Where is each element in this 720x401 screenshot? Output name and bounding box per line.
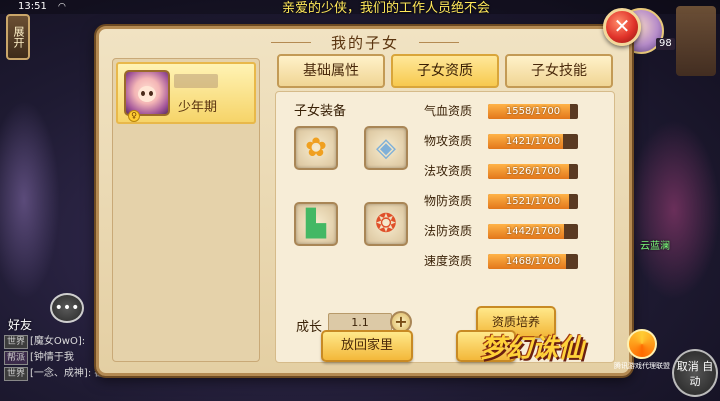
- tab-child-skills[interactable]: 子女技能: [505, 54, 613, 88]
- plus-icon: +: [394, 312, 408, 331]
- armor-icon: ◈: [376, 133, 396, 163]
- wifi-icon: ◠: [58, 2, 66, 12]
- stat-row-magic-attack: 法攻资质 1526/1700: [424, 162, 614, 180]
- equip-slot-boots[interactable]: ▙: [294, 202, 338, 246]
- eye-icon: [141, 91, 145, 96]
- dialog-title: 我的子女: [330, 34, 399, 52]
- channel-tag: 世界: [4, 335, 29, 349]
- stat-bar: 1421/1700: [488, 134, 578, 149]
- stat-value: 1468/1700: [505, 256, 561, 267]
- eye-icon: [149, 91, 153, 96]
- equip-slot-amulet[interactable]: ❂: [364, 202, 408, 246]
- publisher-logo-text: 腾讯游戏代理联盟: [614, 362, 670, 370]
- stat-row-speed: 速度资质 1468/1700: [424, 252, 614, 270]
- child-list-item[interactable]: ♀ 少年期: [116, 62, 256, 124]
- stat-row-physical-defense: 物防资质 1521/1700: [424, 192, 614, 210]
- chat-bubble-icon: •••: [54, 300, 80, 316]
- hud-right-panel: [676, 6, 716, 76]
- send-home-button[interactable]: 放回家里: [321, 330, 413, 362]
- tab-child-aptitude[interactable]: 子女资质: [391, 54, 499, 88]
- tab-basic-attributes[interactable]: 基础属性: [277, 54, 385, 88]
- equip-slot-flower[interactable]: ✿: [294, 126, 338, 170]
- chat-button[interactable]: •••: [50, 293, 84, 323]
- stat-bar: 1526/1700: [488, 164, 578, 179]
- stat-bar: 1468/1700: [488, 254, 578, 269]
- cancel-auto-button[interactable]: 取消 自动: [672, 349, 718, 397]
- stat-bar: 1442/1700: [488, 224, 578, 239]
- player-level: 98: [656, 38, 675, 50]
- child-list: ♀ 少年期: [112, 58, 260, 362]
- background-character-left: [0, 100, 60, 300]
- stat-bar: 1521/1700: [488, 194, 578, 209]
- stat-row-magic-defense: 法防资质 1442/1700: [424, 222, 614, 240]
- close-button[interactable]: ✕: [603, 8, 641, 46]
- aptitude-panel: 子女装备 ✿ ◈ ▙ ❂ 气血资质 1558/1700 物攻资质 1421/17…: [275, 91, 615, 363]
- stat-label: 法防资质: [424, 224, 473, 238]
- equipment-heading: 子女装备: [294, 104, 347, 119]
- dialog-tabs: 基础属性 子女资质 子女技能: [277, 54, 613, 88]
- stat-row-hp: 气血资质 1558/1700: [424, 102, 614, 120]
- child-name-redacted: [174, 74, 218, 88]
- stat-label: 法攻资质: [424, 164, 473, 178]
- child-face: [138, 86, 156, 102]
- clock: 13:51: [18, 1, 47, 12]
- stat-label: 物防资质: [424, 194, 473, 208]
- stat-label: 物攻资质: [424, 134, 473, 148]
- title-ornament-right: [419, 42, 459, 43]
- children-dialog: 我的子女 ♀ 少年期 基础属性 子女资质 子女技能 子女装备 ✿ ◈ ▙ ❂ 气…: [96, 26, 632, 376]
- chat-text: [钟情于我: [30, 352, 74, 363]
- stat-value: 1442/1700: [505, 226, 561, 237]
- gender-icon: ♀: [128, 110, 140, 122]
- announcement-marquee: 亲爱的少侠，我们的工作人员绝不会: [282, 1, 491, 16]
- friends-button[interactable]: 好友: [8, 316, 32, 333]
- amulet-icon: ❂: [375, 209, 397, 239]
- stat-bar: 1558/1700: [488, 104, 578, 119]
- child-growth-stage: 少年期: [178, 100, 218, 115]
- stat-value: 1558/1700: [505, 106, 561, 117]
- stat-value: 1526/1700: [505, 166, 561, 177]
- background-character-right: [628, 120, 720, 300]
- npc-name-label: 云蓝澜: [640, 241, 670, 252]
- close-icon: ✕: [613, 14, 631, 38]
- boots-icon: ▙: [306, 209, 326, 239]
- expand-button[interactable]: 展开: [6, 14, 30, 60]
- child-avatar: ♀: [124, 70, 170, 122]
- stat-value: 1521/1700: [505, 196, 561, 207]
- channel-tag: 帮派: [4, 351, 29, 365]
- chat-text: [魔女OwO]:: [30, 336, 86, 347]
- channel-tag: 世界: [4, 367, 29, 381]
- equip-slot-armor[interactable]: ◈: [364, 126, 408, 170]
- stat-row-physical-attack: 物攻资质 1421/1700: [424, 132, 614, 150]
- growth-label: 成长: [296, 320, 323, 335]
- stat-label: 气血资质: [424, 104, 473, 118]
- game-logo: 梦幻诛仙: [480, 334, 585, 364]
- sunflower-icon: ✿: [305, 133, 327, 163]
- stat-value: 1421/1700: [505, 136, 561, 147]
- stat-label: 速度资质: [424, 254, 473, 268]
- publisher-logo-icon: [627, 329, 657, 359]
